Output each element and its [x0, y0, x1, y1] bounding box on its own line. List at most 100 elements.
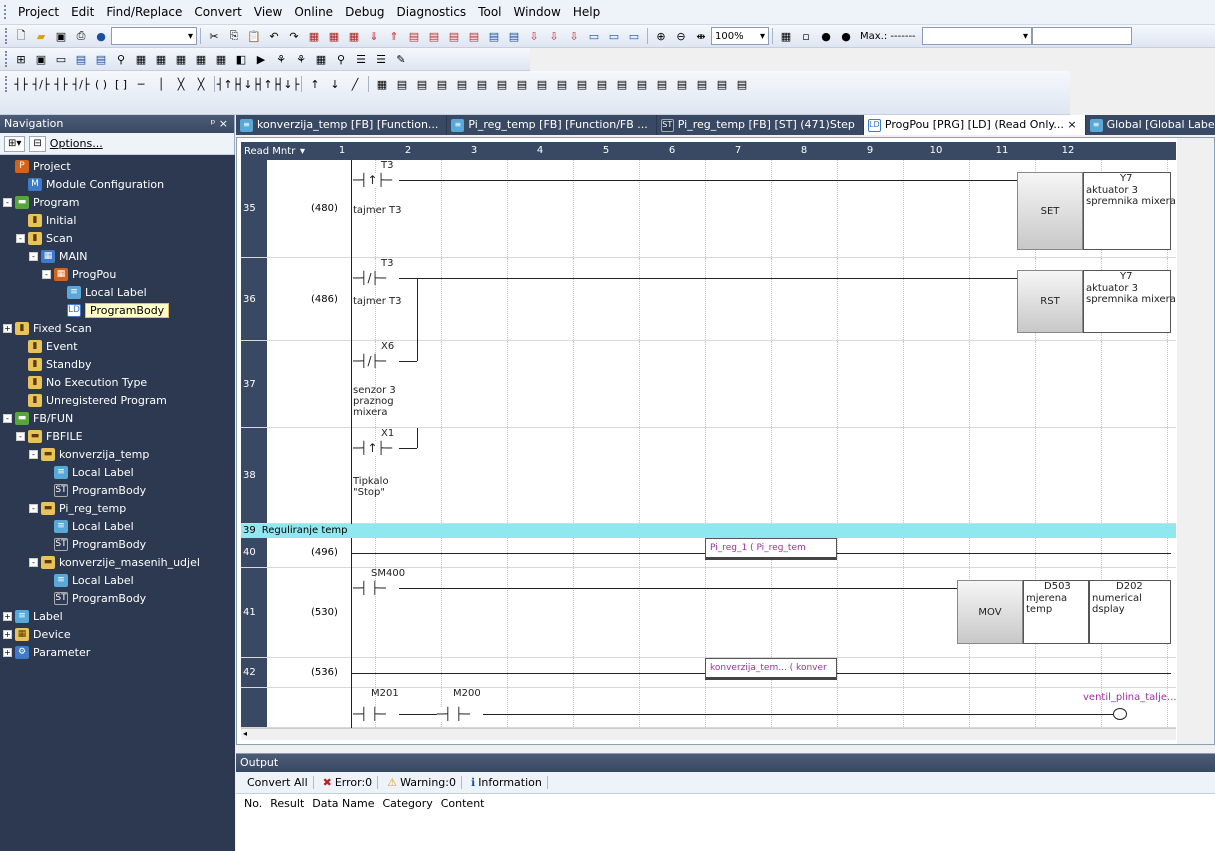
save-project-icon[interactable]: ▣	[52, 27, 70, 45]
open-project-icon[interactable]: ▰	[32, 27, 50, 45]
undo-icon[interactable]: ↶	[265, 27, 283, 45]
tree-node[interactable]: ▮ Standby	[0, 355, 235, 373]
tree-node[interactable]: P Project	[0, 157, 235, 175]
tree-node[interactable]: - ▬ Program	[0, 193, 235, 211]
element-selection-icon[interactable]: ▣	[32, 50, 50, 68]
expand-toggle-icon[interactable]: +	[3, 323, 12, 333]
find-icon[interactable]: ⚲	[332, 50, 350, 68]
comment-edit-icon[interactable]: ▤	[433, 75, 451, 93]
inv-icon[interactable]: ╱	[346, 75, 364, 93]
device-monitor-icon[interactable]: ▦	[777, 27, 795, 45]
menu-diagnostics[interactable]: Diagnostics	[391, 0, 473, 25]
tree-node[interactable]: ST ProgramBody	[0, 535, 235, 553]
instruction-box[interactable]: RST	[1017, 270, 1083, 333]
fb-call-box[interactable]: Pi_reg_1 ( Pi_reg_tem	[705, 538, 837, 560]
tree-node[interactable]: - ▬ konverzija_temp	[0, 445, 235, 463]
watch-stop-icon[interactable]: ▤	[505, 27, 523, 45]
menu-find-replace[interactable]: Find/Replace	[100, 0, 188, 25]
menu-online[interactable]: Online	[288, 0, 339, 25]
binoculars-icon[interactable]: ⚲	[112, 50, 130, 68]
check-circle-icon[interactable]: ●	[817, 27, 835, 45]
zoom-out-icon[interactable]: ⊖	[672, 27, 690, 45]
online-change-icon[interactable]: ▦	[345, 27, 363, 45]
instruction-box[interactable]: SET	[1017, 172, 1083, 250]
horizontal-scrollbar[interactable]: ◂	[241, 728, 1176, 740]
device-batch2-icon[interactable]: ▦	[152, 50, 170, 68]
hdelete-icon[interactable]: ╳	[172, 75, 190, 93]
coil-icon[interactable]: ( )	[92, 75, 110, 93]
statement-icon[interactable]: ▤	[453, 75, 471, 93]
redo-icon[interactable]: ↷	[285, 27, 303, 45]
tree-node[interactable]: - ▦ ProgPou	[0, 265, 235, 283]
check-circle2-icon[interactable]: ●	[837, 27, 855, 45]
no-contact-icon[interactable]: ─┤ ├─	[353, 581, 386, 595]
contact-orn-icon[interactable]: ┤/├	[72, 75, 90, 93]
cut-icon[interactable]: ✂	[205, 27, 223, 45]
intelligent-icon[interactable]: ◧	[232, 50, 250, 68]
menu-convert[interactable]: Convert	[188, 0, 247, 25]
monitor-start-icon[interactable]: ▤	[425, 27, 443, 45]
expand-toggle-icon[interactable]: +	[3, 611, 12, 621]
collapse-toggle-icon[interactable]: -	[29, 449, 38, 459]
verify-icon[interactable]: ▤	[405, 27, 423, 45]
list2-icon[interactable]: ☰	[372, 50, 390, 68]
output-window-icon[interactable]: ▤	[72, 50, 90, 68]
no-contact-icon[interactable]: ─┤ ├─	[353, 707, 386, 721]
information-filter-button[interactable]: ℹ Information	[466, 776, 548, 789]
sim-window3-icon[interactable]: ▭	[625, 27, 643, 45]
expand-toggle-icon[interactable]: +	[3, 647, 12, 657]
ladder-rung[interactable]: 37 X6 ─┤/├─ senzor 3 praznog mixera	[241, 341, 1176, 428]
vline-icon[interactable]: │	[152, 75, 170, 93]
tree-node[interactable]: LD ProgramBody	[0, 301, 235, 319]
display-icon[interactable]: ▤	[493, 75, 511, 93]
display7-icon[interactable]: ▤	[613, 75, 631, 93]
pane-pin-close[interactable]: ᵖ ×	[211, 115, 228, 133]
falling2-icon[interactable]: ┤↓├	[277, 75, 299, 93]
tree-node[interactable]: - ▬ Pi_reg_temp	[0, 499, 235, 517]
menu-view[interactable]: View	[248, 0, 288, 25]
vdelete-icon[interactable]: ╳	[192, 75, 210, 93]
menu-project[interactable]: Project	[12, 0, 65, 25]
editor-tab[interactable]: LD ProgPou [PRG] [LD] (Read Only... ×	[863, 115, 1086, 135]
editor-tab[interactable]: ≡ konverzija_temp [FB] [Function...	[236, 115, 448, 135]
error-filter-button[interactable]: ✖ Error:0	[318, 776, 379, 789]
tree-node[interactable]: - ▬ FBFILE	[0, 427, 235, 445]
rising-contact-icon[interactable]: ─┤↑├─	[353, 173, 392, 187]
note-icon[interactable]: ▤	[473, 75, 491, 93]
display3-icon[interactable]: ▤	[533, 75, 551, 93]
watch-icon[interactable]: ▤	[485, 27, 503, 45]
hline-icon[interactable]: ─	[132, 75, 150, 93]
warning-filter-button[interactable]: ⚠ Warning:0	[382, 776, 462, 789]
ladder-rung[interactable]: 41 (530) SM400 ─┤ ├─ MOV D503 mjerena temp D202…	[241, 568, 1176, 658]
stop-square-icon[interactable]: ▫	[797, 27, 815, 45]
pulse-icon[interactable]: ↑	[306, 75, 324, 93]
no-contact-icon[interactable]: ─┤ ├─	[437, 707, 470, 721]
tree-node[interactable]: M Module Configuration	[0, 175, 235, 193]
contact-or-icon[interactable]: ┤├	[52, 75, 70, 93]
write-plc-icon[interactable]: ⇓	[365, 27, 383, 45]
read-plc-icon[interactable]: ⇑	[385, 27, 403, 45]
paste-icon[interactable]: 📋	[245, 27, 263, 45]
dev-icon[interactable]: ▦	[192, 50, 210, 68]
editor-tab[interactable]: ≡Global [Global Label Setti	[1086, 115, 1215, 135]
contact-no-icon[interactable]: ┤├	[12, 75, 30, 93]
ladder-rung[interactable]: M201 M200 ─┤ ├─ ─┤ ├─ ventil_plina_talje...	[241, 688, 1177, 728]
output-column-header[interactable]: Data Name	[312, 797, 374, 810]
ladder-rung[interactable]: 42 (536) konverzija_tem... ( konver	[241, 658, 1176, 688]
convert-all-icon[interactable]: ▦	[325, 27, 343, 45]
dock-icon[interactable]: ▭	[52, 50, 70, 68]
collapse-button[interactable]: ⊟	[29, 135, 46, 152]
tree-node[interactable]: ST ProgramBody	[0, 481, 235, 499]
copy-icon[interactable]: ⎘	[225, 27, 243, 45]
view-filter-button[interactable]: ⊞▾	[4, 135, 26, 152]
editor-tab[interactable]: ST Pi_reg_temp [FB] [ST] (471)Step	[657, 115, 864, 135]
collapse-toggle-icon[interactable]: -	[3, 197, 12, 207]
simulation-stop-icon[interactable]: ⇩	[545, 27, 563, 45]
tree-node[interactable]: ≡ Local Label	[0, 463, 235, 481]
zoom-fit-icon[interactable]: ⇼	[692, 27, 710, 45]
ladder-rung[interactable]: 40 (496) Pi_reg_1 ( Pi_reg_tem	[241, 538, 1176, 568]
comment-icon[interactable]: ✎	[392, 50, 410, 68]
output-column-header[interactable]: Result	[270, 797, 304, 810]
rising2-icon[interactable]: ┤↑├	[257, 75, 279, 93]
display4-icon[interactable]: ▤	[553, 75, 571, 93]
